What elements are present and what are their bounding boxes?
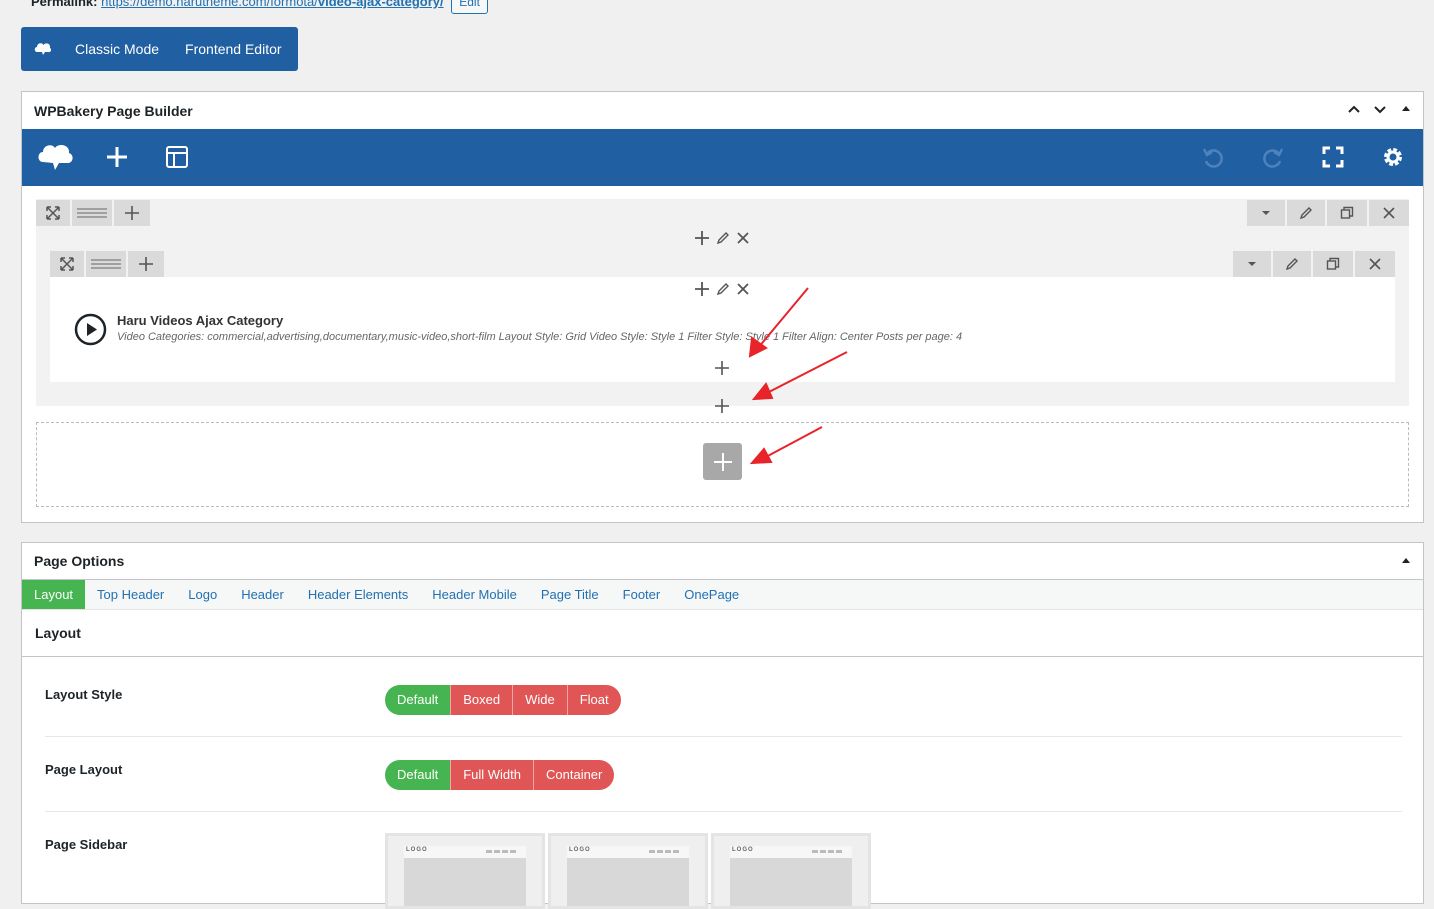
permalink-url-slug: video-ajax-category/	[317, 0, 444, 9]
row-move-icon[interactable]	[36, 200, 70, 226]
frontend-editor-button[interactable]: Frontend Editor	[185, 41, 282, 57]
page-layout-label: Page Layout	[45, 762, 123, 777]
wpbakery-cloud-logo-icon[interactable]	[36, 142, 76, 172]
row-clone-icon[interactable]	[1327, 200, 1367, 226]
fullscreen-icon[interactable]	[1318, 142, 1348, 172]
tab-header[interactable]: Header	[229, 580, 296, 609]
thumb-logo-text: LOGO	[732, 847, 754, 853]
tab-footer[interactable]: Footer	[611, 580, 673, 609]
settings-gear-icon[interactable]	[1378, 142, 1408, 172]
tab-logo[interactable]: Logo	[176, 580, 229, 609]
row-layout-icon[interactable]	[72, 200, 112, 226]
element-description: Video Categories: commercial,advertising…	[117, 331, 963, 343]
permalink-line: Permalink: https://demo.harutheme.com/fo…	[31, 0, 488, 14]
inner-column-add-icon[interactable]	[694, 281, 710, 297]
redo-icon[interactable]	[1258, 142, 1288, 172]
page-layout-full-width[interactable]: Full Width	[450, 760, 533, 790]
thumb-logo-text: LOGO	[569, 847, 591, 853]
page-layout-default[interactable]: Default	[385, 760, 451, 790]
move-up-icon[interactable]	[1347, 102, 1361, 116]
column-add-icon[interactable]	[694, 230, 710, 246]
layout-style-default[interactable]: Default	[385, 685, 451, 715]
tab-page-title[interactable]: Page Title	[529, 580, 611, 609]
page-layout-container[interactable]: Container	[533, 760, 615, 790]
sidebar-option-thumb[interactable]: LOGO	[711, 833, 871, 909]
layout-style-buttons: Default Boxed Wide Float	[385, 685, 621, 715]
panel-header-controls	[1347, 102, 1413, 116]
page-layout-buttons: Default Full Width Container	[385, 760, 615, 790]
page-sidebar-label: Page Sidebar	[45, 837, 128, 852]
inner-column-controls	[694, 281, 750, 297]
tab-header-elements[interactable]: Header Elements	[296, 580, 420, 609]
move-down-icon[interactable]	[1373, 102, 1387, 116]
inner-row-move-icon[interactable]	[50, 251, 84, 277]
inner-row-add-column-icon[interactable]	[128, 251, 164, 277]
layout-style-wide[interactable]: Wide	[512, 685, 567, 715]
wpbakery-logo-icon[interactable]	[23, 42, 63, 56]
tab-layout[interactable]: Layout	[22, 580, 86, 609]
tab-top-header[interactable]: Top Header	[85, 580, 176, 609]
page-options-title: Page Options	[34, 553, 125, 569]
permalink-url-base: https://demo.harutheme.com/formota/	[101, 0, 318, 9]
inner-row-delete-icon[interactable]	[1355, 251, 1395, 277]
wpbakery-toolbar	[22, 129, 1423, 186]
editor-mode-bar: Classic Mode Frontend Editor	[21, 27, 298, 71]
row-add-column-icon[interactable]	[114, 200, 150, 226]
row-delete-icon[interactable]	[1369, 200, 1409, 226]
inner-row-clone-icon[interactable]	[1313, 251, 1353, 277]
add-element-icon[interactable]	[102, 142, 132, 172]
add-to-row-icon[interactable]	[714, 398, 730, 418]
inner-column-delete-icon[interactable]	[736, 282, 750, 296]
add-to-column-icon[interactable]	[714, 360, 730, 380]
element-title[interactable]: Haru Videos Ajax Category	[117, 313, 283, 328]
inner-row-toggle-icon[interactable]	[1233, 251, 1271, 277]
tab-header-mobile[interactable]: Header Mobile	[420, 580, 529, 609]
inner-row-layout-icon[interactable]	[86, 251, 126, 277]
video-play-icon[interactable]	[74, 313, 107, 346]
page-options-header: Page Options	[22, 543, 1423, 580]
permalink-edit-button[interactable]: Edit	[451, 0, 488, 14]
inner-column-edit-icon[interactable]	[716, 282, 730, 296]
layout-section-title: Layout	[22, 610, 1423, 657]
page-options-collapse-icon[interactable]	[1399, 554, 1413, 568]
column-controls	[694, 230, 750, 246]
divider	[45, 736, 1402, 737]
collapse-toggle-icon[interactable]	[1399, 102, 1413, 116]
wpbakery-panel-title: WPBakery Page Builder	[34, 102, 193, 119]
sidebar-option-thumb[interactable]: LOGO	[548, 833, 708, 909]
row-edit-icon[interactable]	[1287, 200, 1325, 226]
wpbakery-panel-header: WPBakery Page Builder	[22, 92, 1423, 130]
thumb-logo-text: LOGO	[406, 847, 428, 853]
layout-style-float[interactable]: Float	[566, 685, 621, 715]
undo-icon[interactable]	[1198, 142, 1228, 172]
templates-icon[interactable]	[162, 142, 192, 172]
layout-style-label: Layout Style	[45, 687, 123, 702]
tab-onepage[interactable]: OnePage	[672, 580, 751, 609]
page-options-tabs: Layout Top Header Logo Header Header Ele…	[22, 580, 1423, 610]
layout-style-boxed[interactable]: Boxed	[450, 685, 513, 715]
permalink-url[interactable]: https://demo.harutheme.com/formota/video…	[101, 0, 444, 9]
row-toggle-icon[interactable]	[1247, 200, 1285, 226]
sidebar-option-thumb[interactable]: LOGO	[385, 833, 545, 909]
page-options-panel: Page Options Layout Top Header Logo Head…	[21, 542, 1424, 909]
permalink-label: Permalink:	[31, 0, 98, 9]
classic-mode-button[interactable]: Classic Mode	[75, 41, 159, 57]
column-edit-icon[interactable]	[716, 231, 730, 245]
column-delete-icon[interactable]	[736, 231, 750, 245]
add-new-element-button[interactable]	[703, 443, 742, 480]
divider	[45, 811, 1402, 812]
inner-row-edit-icon[interactable]	[1273, 251, 1311, 277]
